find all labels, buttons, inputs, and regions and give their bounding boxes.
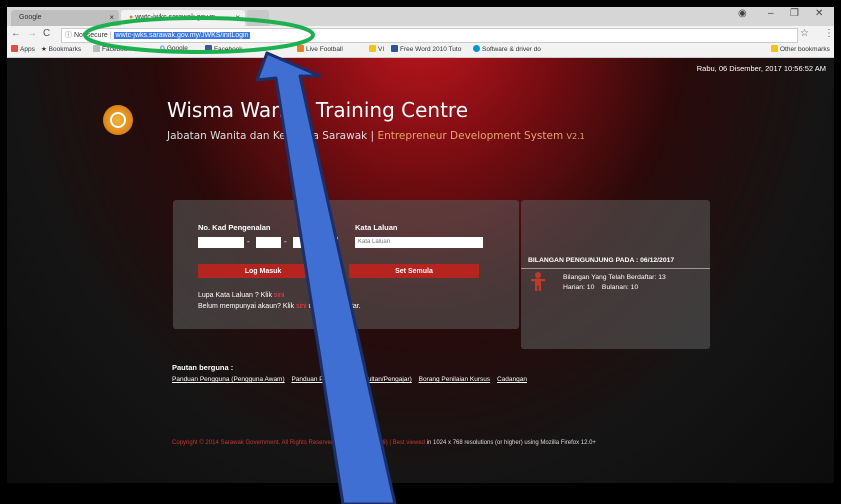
ic-field-2[interactable] xyxy=(256,237,281,248)
logo xyxy=(103,105,133,135)
password-field[interactable] xyxy=(355,237,483,248)
reload-icon[interactable]: C xyxy=(43,28,50,39)
live-icon xyxy=(297,45,304,52)
tab-wwtc[interactable]: ● wwtc-jwks.sarawak.gov.m × xyxy=(121,10,245,26)
security-label: Not secure xyxy=(73,32,108,39)
new-tab-button[interactable] xyxy=(247,10,269,26)
footer-text: Copyright © 2014 Sarawak Government. All… xyxy=(172,440,596,446)
bookmark-star-icon[interactable]: ☆ xyxy=(800,28,809,39)
address-bar: ← → C ⓘ Not secure | wwtc-jwks.sarawak.g… xyxy=(7,26,834,43)
bookmark-free-word[interactable]: Free Word 2010 Tuto xyxy=(391,45,461,53)
apps-icon xyxy=(11,45,18,52)
bookmark-google[interactable]: G Google xyxy=(160,45,188,52)
page-subtitle: Jabatan Wanita dan Keluarga Sarawak | En… xyxy=(167,130,585,142)
web-page: Rabu, 06 Disember, 2017 10:56:52 AM Wism… xyxy=(7,58,834,483)
reset-button[interactable]: Set Semula xyxy=(349,264,479,278)
bookmark-label: Live Football xyxy=(306,46,343,53)
link-user-guide-consultant[interactable]: Panduan Pengguna (Konsultan/Pengajar) xyxy=(291,376,411,383)
bookmark-label: Software & driver do xyxy=(482,46,541,53)
maximize-icon[interactable]: ❐ xyxy=(790,8,799,19)
forgot-password-link[interactable]: sini xyxy=(274,292,285,299)
login-panel: No. Kad Pengenalan Kata Laluan - - Log M… xyxy=(173,200,519,329)
close-window-icon[interactable]: ✕ xyxy=(815,8,823,19)
footer-best-viewed: in 1024 x 768 resolutions (or higher) us… xyxy=(426,440,596,446)
ic-label: No. Kad Pengenalan xyxy=(198,223,271,232)
tab-label: Google xyxy=(19,14,42,21)
useful-links-heading: Pautan berguna : xyxy=(172,363,234,372)
visitor-heading: BILANGAN PENGUNJUNG PADA : 06/12/2017 xyxy=(528,257,675,264)
bookmark-label: Free Word 2010 Tuto xyxy=(400,46,462,53)
bookmark-label: Apps xyxy=(20,46,35,53)
bookmark-label: Facebook xyxy=(214,46,243,53)
bookmark-label: Facebook xyxy=(102,46,131,53)
visitor-monthly: Bulanan: 10 xyxy=(601,284,639,291)
page-icon xyxy=(93,45,100,52)
folder-icon xyxy=(771,45,778,52)
bookmark-label: Other bookmarks xyxy=(780,46,830,53)
tab-label: wwtc-jwks.sarawak.gov.m xyxy=(135,14,216,21)
hp-icon xyxy=(473,45,480,52)
divider xyxy=(521,268,710,269)
menu-icon[interactable]: ⋮ xyxy=(824,28,834,39)
password-label: Kata Laluan xyxy=(355,223,398,232)
browser-window: Google × ● wwtc-jwks.sarawak.gov.m × ◉ –… xyxy=(7,7,834,483)
account-icon[interactable]: ◉ xyxy=(738,8,747,19)
visitor-registered: Bilangan Yang Telah Berdaftar: 13 xyxy=(563,274,666,281)
folder-icon xyxy=(369,45,376,52)
minimize-icon[interactable]: – xyxy=(768,8,774,19)
bookmark-label: Google xyxy=(166,45,188,52)
bookmark-live-football[interactable]: Live Football xyxy=(297,45,343,53)
page-title: Wisma Wanita Training Centre xyxy=(167,98,468,122)
visitor-daily: Harian: 10 xyxy=(563,284,595,291)
bookmark-other[interactable]: Other bookmarks xyxy=(771,45,830,53)
bookmark-label: VI xyxy=(378,46,385,53)
system-name: Entrepreneur Development System xyxy=(377,130,564,142)
version-label: V2.1 xyxy=(566,132,585,141)
word-icon xyxy=(391,45,398,52)
bookmark-apps[interactable]: Apps xyxy=(11,45,35,53)
bookmark-facebook-2[interactable]: Facebook xyxy=(205,45,243,53)
forgot-password-text: Lupa Kata Laluan ? Klik sini xyxy=(198,292,285,299)
back-icon[interactable]: ← xyxy=(11,28,21,39)
bookmark-software[interactable]: Software & driver do xyxy=(473,45,541,53)
visitor-person-icon xyxy=(531,272,545,291)
bookmark-bookmarks[interactable]: ★ Bookmarks xyxy=(41,45,81,53)
forward-icon[interactable]: → xyxy=(27,28,37,39)
screenshot-frame: Google × ● wwtc-jwks.sarawak.gov.m × ◉ –… xyxy=(0,0,841,504)
url-field[interactable]: ⓘ Not secure | wwtc-jwks.sarawak.gov.my/… xyxy=(61,28,798,43)
facebook-icon xyxy=(205,45,212,52)
bookmarks-bar: Apps ★ Bookmarks Facebook G Google Faceb… xyxy=(7,43,834,58)
close-icon[interactable]: × xyxy=(235,10,240,26)
useful-links: Panduan Pengguna (Pengguna Awam) Panduan… xyxy=(172,376,532,383)
tab-google[interactable]: Google × xyxy=(11,10,119,26)
link-course-evaluation[interactable]: Borang Penilaian Kursus xyxy=(419,376,491,383)
ic-field-3[interactable] xyxy=(293,237,338,248)
site-favicon-icon: ● xyxy=(129,14,134,21)
login-button[interactable]: Log Masuk xyxy=(198,264,328,278)
register-link[interactable]: sini xyxy=(296,303,307,310)
google-icon: G xyxy=(160,45,167,52)
bookmark-facebook-1[interactable]: Facebook xyxy=(93,45,131,53)
datetime-text: Rabu, 06 Disember, 2017 10:56:52 AM xyxy=(696,64,826,73)
visitor-daily-monthly: Harian: 10 Bulanan: 10 xyxy=(563,284,638,291)
bookmark-vi[interactable]: VI xyxy=(369,45,384,53)
department-name: Jabatan Wanita dan Keluarga Sarawak | xyxy=(167,130,378,142)
link-suggestion[interactable]: Cadangan xyxy=(497,376,527,383)
register-text: Belum mempunyai akaun? Klik sini untuk m… xyxy=(198,303,361,310)
bookmark-label: Bookmarks xyxy=(48,46,82,53)
url-text[interactable]: wwtc-jwks.sarawak.gov.my/JWKS/initLogin xyxy=(113,32,251,39)
link-user-guide-public[interactable]: Panduan Pengguna (Pengguna Awam) xyxy=(172,376,285,383)
footer-copyright: Copyright © 2014 Sarawak Government. All… xyxy=(172,440,425,446)
tab-bar: Google × ● wwtc-jwks.sarawak.gov.m × ◉ –… xyxy=(7,7,834,26)
close-icon[interactable]: × xyxy=(109,10,114,26)
info-icon: ⓘ xyxy=(65,32,72,39)
ic-field-1[interactable] xyxy=(198,237,244,248)
visitor-panel: BILANGAN PENGUNJUNG PADA : 06/12/2017 Bi… xyxy=(521,200,710,349)
star-icon: ★ xyxy=(41,46,49,53)
